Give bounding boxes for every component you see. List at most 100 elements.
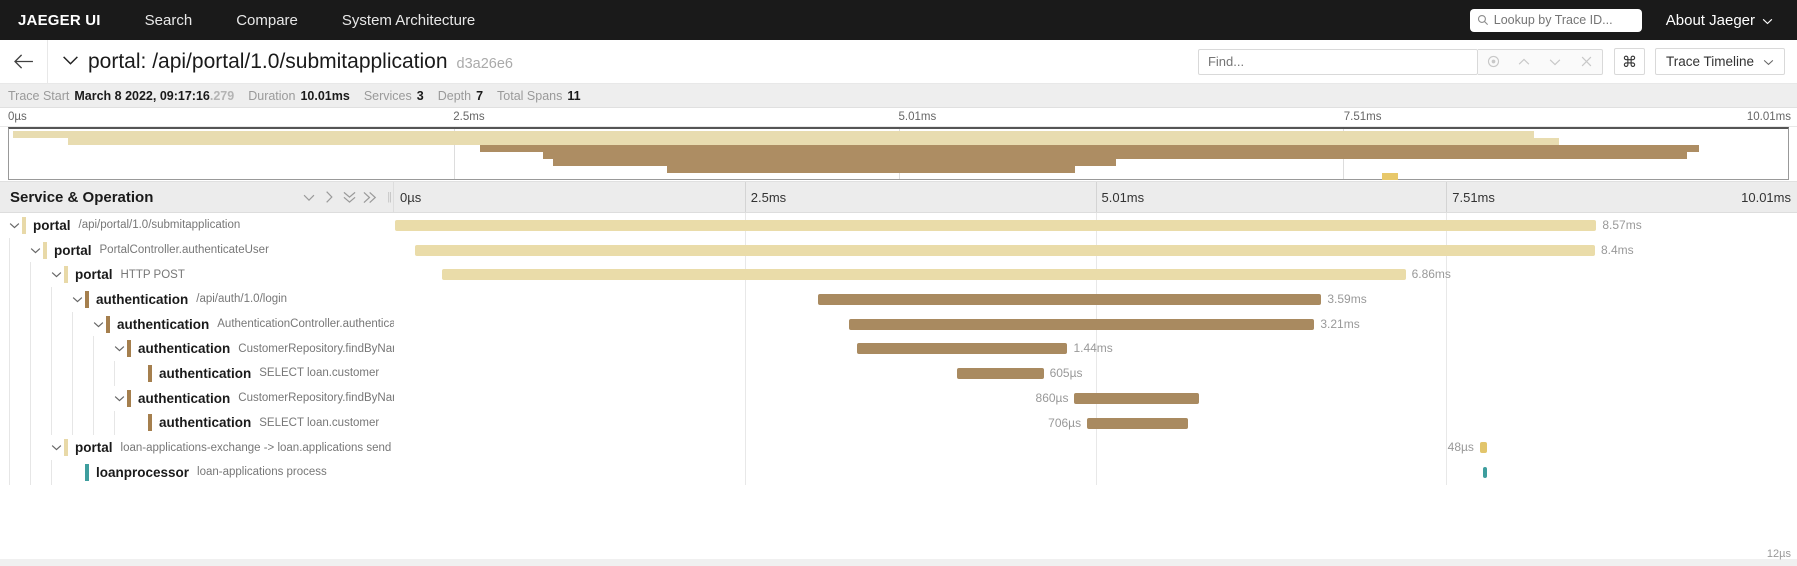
horizontal-scrollbar[interactable] bbox=[0, 559, 1797, 566]
minimap-span-bar bbox=[1382, 173, 1398, 180]
minimap-span-bar bbox=[480, 145, 1699, 152]
span-row-timeline[interactable]: 48µs bbox=[394, 435, 1797, 460]
chevron-down-icon[interactable] bbox=[91, 321, 106, 328]
span-row-timeline[interactable]: 6.86ms bbox=[394, 262, 1797, 287]
indent-guide bbox=[9, 386, 10, 411]
timeline-gridline bbox=[745, 361, 746, 386]
expand-one-icon[interactable] bbox=[319, 190, 339, 204]
meta-value: 3 bbox=[417, 89, 424, 103]
span-row-label[interactable]: authenticationCustomerRepository.findByN… bbox=[0, 386, 394, 411]
span-duration-bar[interactable] bbox=[1483, 467, 1487, 478]
minimap-tick: 10.01ms bbox=[1747, 111, 1791, 123]
find-input-box[interactable] bbox=[1198, 49, 1478, 75]
span-duration-label: 3.59ms bbox=[1327, 292, 1366, 306]
expand-all-icon[interactable] bbox=[359, 191, 379, 204]
indent-guide bbox=[51, 336, 52, 361]
chevron-down-icon[interactable] bbox=[62, 53, 79, 71]
chevron-down-icon[interactable] bbox=[49, 271, 64, 278]
timeline-tick: 2.5ms bbox=[751, 190, 786, 205]
span-duration-bar[interactable] bbox=[415, 245, 1595, 256]
indent-guide bbox=[9, 460, 10, 485]
span-row[interactable]: loanprocessorloan-applications process bbox=[0, 460, 1797, 485]
nav-brand-jaeger-ui[interactable]: JAEGER UI bbox=[18, 12, 101, 29]
indent-guide bbox=[30, 460, 31, 485]
span-row-timeline[interactable] bbox=[394, 460, 1797, 485]
span-row-label[interactable]: authenticationSELECT loan.customer bbox=[0, 411, 394, 436]
span-duration-bar[interactable] bbox=[1074, 393, 1199, 404]
timeline-gridline bbox=[1446, 361, 1447, 386]
timeline-gridline bbox=[745, 386, 746, 411]
collapse-all-icon[interactable] bbox=[339, 191, 359, 204]
span-row-label[interactable]: portalHTTP POST bbox=[0, 262, 394, 287]
chevron-down-icon[interactable] bbox=[49, 444, 64, 451]
span-row[interactable]: authenticationSELECT loan.customer706µs bbox=[0, 411, 1797, 436]
span-row-label[interactable]: authenticationSELECT loan.customer bbox=[0, 361, 394, 386]
service-color-swatch bbox=[64, 439, 68, 456]
span-row-timeline[interactable]: 706µs bbox=[394, 411, 1797, 436]
span-duration-bar[interactable] bbox=[1087, 418, 1188, 429]
indent-guide bbox=[9, 262, 10, 287]
chevron-down-icon[interactable] bbox=[112, 395, 127, 402]
span-duration-bar[interactable] bbox=[957, 368, 1044, 379]
span-row-timeline[interactable]: 605µs bbox=[394, 361, 1797, 386]
minimap-tick: 2.5ms bbox=[453, 111, 484, 123]
trace-id-lookup-input[interactable] bbox=[1494, 13, 1635, 27]
span-operation-name: /api/portal/1.0/submitapplication bbox=[79, 219, 241, 231]
find-input[interactable] bbox=[1208, 54, 1468, 69]
span-row-label[interactable]: authenticationCustomerRepository.findByN… bbox=[0, 336, 394, 361]
span-row-label[interactable]: portal/api/portal/1.0/submitapplication bbox=[0, 213, 394, 238]
trace-id-lookup[interactable] bbox=[1470, 9, 1642, 32]
about-jaeger-menu[interactable]: About Jaeger bbox=[1666, 12, 1773, 29]
chevron-up-icon[interactable] bbox=[1509, 50, 1540, 74]
span-row-label[interactable]: portalloan-applications-exchange -> loan… bbox=[0, 435, 394, 460]
view-mode-select[interactable]: Trace Timeline bbox=[1655, 48, 1785, 75]
span-row-timeline[interactable]: 1.44ms bbox=[394, 336, 1797, 361]
span-row-timeline[interactable]: 860µs bbox=[394, 386, 1797, 411]
span-row[interactable]: authenticationSELECT loan.customer605µs bbox=[0, 361, 1797, 386]
trace-id: d3a26e6 bbox=[457, 56, 513, 72]
span-row-label[interactable]: authenticationAuthenticationController.a… bbox=[0, 312, 394, 337]
span-row[interactable]: authenticationAuthenticationController.a… bbox=[0, 312, 1797, 337]
minimap-canvas[interactable] bbox=[8, 127, 1789, 180]
span-row-label[interactable]: authentication/api/auth/1.0/login bbox=[0, 287, 394, 312]
minimap-span-bar bbox=[13, 131, 1534, 138]
nav-link-search[interactable]: Search bbox=[145, 12, 193, 29]
close-icon[interactable] bbox=[1571, 50, 1602, 74]
span-duration-bar[interactable] bbox=[1480, 442, 1487, 453]
span-operation-name: loan-applications process bbox=[197, 466, 327, 478]
keyboard-shortcuts-button[interactable]: ⌘ bbox=[1614, 48, 1645, 75]
nav-link-compare[interactable]: Compare bbox=[236, 12, 298, 29]
trace-title-wrap: portal: /api/portal/1.0/submitapplicatio… bbox=[48, 50, 513, 74]
span-row[interactable]: authenticationCustomerRepository.findByN… bbox=[0, 386, 1797, 411]
span-row[interactable]: authentication/api/auth/1.0/login 3.59ms bbox=[0, 287, 1797, 312]
target-icon[interactable] bbox=[1478, 50, 1509, 74]
span-row[interactable]: portal/api/portal/1.0/submitapplication8… bbox=[0, 213, 1797, 238]
span-duration-bar[interactable] bbox=[857, 343, 1067, 354]
footer-right-label: 12µs bbox=[1767, 548, 1791, 560]
nav-link-system-architecture[interactable]: System Architecture bbox=[342, 12, 475, 29]
chevron-down-icon[interactable] bbox=[70, 296, 85, 303]
span-duration-bar[interactable] bbox=[442, 269, 1406, 280]
drag-grip-icon[interactable]: || bbox=[387, 191, 391, 203]
span-row-timeline[interactable]: 3.59ms bbox=[394, 287, 1797, 312]
chevron-down-icon[interactable] bbox=[7, 222, 22, 229]
trace-minimap[interactable]: 0µs2.5ms5.01ms7.51ms10.01ms bbox=[0, 108, 1797, 181]
span-row-timeline[interactable]: 3.21ms bbox=[394, 312, 1797, 337]
chevron-down-icon[interactable] bbox=[1540, 50, 1571, 74]
span-row-timeline[interactable]: 8.4ms bbox=[394, 238, 1797, 263]
back-button[interactable] bbox=[0, 40, 48, 84]
chevron-down-icon[interactable] bbox=[112, 345, 127, 352]
span-row-label[interactable]: loanprocessorloan-applications process bbox=[0, 460, 394, 485]
span-duration-bar[interactable] bbox=[818, 294, 1322, 305]
collapse-one-icon[interactable] bbox=[299, 193, 319, 202]
span-row[interactable]: authenticationCustomerRepository.findByN… bbox=[0, 336, 1797, 361]
span-row-label[interactable]: portalPortalController.authenticateUser bbox=[0, 238, 394, 263]
span-duration-bar[interactable] bbox=[849, 319, 1315, 330]
span-row[interactable]: portalHTTP POST6.86ms bbox=[0, 262, 1797, 287]
chevron-down-icon[interactable] bbox=[28, 247, 43, 254]
span-row[interactable]: portalPortalController.authenticateUser8… bbox=[0, 238, 1797, 263]
span-row-timeline[interactable]: 8.57ms bbox=[394, 213, 1797, 238]
span-duration-bar[interactable] bbox=[395, 220, 1596, 231]
timeline-gridline bbox=[1446, 460, 1447, 485]
span-row[interactable]: portalloan-applications-exchange -> loan… bbox=[0, 435, 1797, 460]
